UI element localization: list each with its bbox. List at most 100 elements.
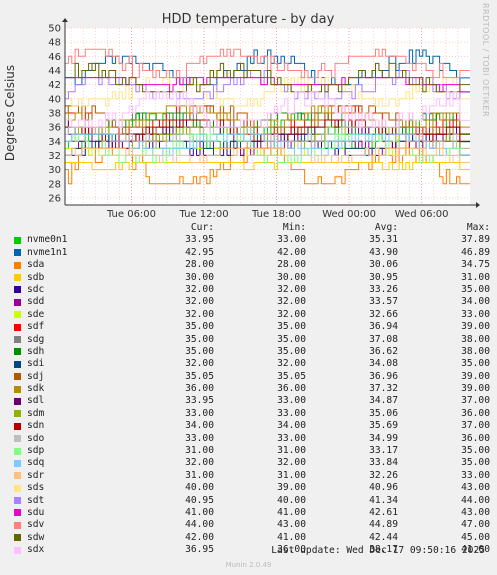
legend-swatch xyxy=(14,261,21,269)
legend-row-sdn: sdn 34.00 34.00 35.69 37.00 xyxy=(14,420,490,432)
legend-name: sde xyxy=(27,308,45,320)
legend-row-nvme0n1: nvme0n1 33.95 33.00 35.31 37.89 xyxy=(14,234,490,246)
y-tick-label: 30 xyxy=(48,165,61,176)
legend-swatch xyxy=(14,447,21,455)
legend-avg: 35.31 xyxy=(369,234,398,246)
legend-avg: 32.26 xyxy=(369,469,398,481)
legend-min: 32.00 xyxy=(277,283,306,295)
x-axis-arrow xyxy=(476,202,480,208)
legend-name: sdi xyxy=(27,358,45,370)
legend-avg: 30.95 xyxy=(369,271,398,283)
legend-avg: 34.99 xyxy=(369,432,398,444)
legend-header-name xyxy=(27,222,122,234)
legend-max: 43.00 xyxy=(461,506,490,518)
rrdtool-credit: RRDTOOL / TOBI OETIKER xyxy=(481,3,490,117)
legend-swatch xyxy=(14,497,21,505)
legend-cur: 33.00 xyxy=(185,407,214,419)
legend-row-sdo: sdo 33.00 33.00 34.99 36.00 xyxy=(14,433,490,445)
legend-max: 34.75 xyxy=(461,259,490,271)
legend-min: 36.00 xyxy=(277,383,306,395)
y-tick-labels: 26 28 30 32 34 36 38 40 42 44 46 48 50 xyxy=(48,24,61,205)
legend-avg: 34.08 xyxy=(369,358,398,370)
legend-avg: 36.96 xyxy=(369,370,398,382)
legend-cur: 36.00 xyxy=(185,383,214,395)
legend-cur: 44.00 xyxy=(185,519,214,531)
legend-swatch xyxy=(14,360,21,368)
legend-row-sde: sde 32.00 32.00 32.66 33.00 xyxy=(14,309,490,321)
legend-avg: 37.08 xyxy=(369,333,398,345)
legend-avg: 33.26 xyxy=(369,283,398,295)
legend-max: 33.00 xyxy=(461,469,490,481)
legend-row-sda: sda 28.00 28.00 30.06 34.75 xyxy=(14,259,490,271)
legend-name: sdb xyxy=(27,271,45,283)
legend-cur: 33.95 xyxy=(185,234,214,246)
legend-min: 41.00 xyxy=(277,506,306,518)
legend-cur: 35.05 xyxy=(185,370,214,382)
legend-avg: 43.90 xyxy=(369,246,398,258)
legend-header-avg: Avg: xyxy=(374,222,398,233)
legend-max: 31.00 xyxy=(461,271,490,283)
legend-row-sdp: sdp 31.00 31.00 33.17 35.00 xyxy=(14,445,490,457)
legend-avg: 33.17 xyxy=(369,445,398,457)
legend-cur: 42.00 xyxy=(185,531,214,543)
legend-cur: 32.00 xyxy=(185,308,214,320)
legend-avg: 42.61 xyxy=(369,506,398,518)
legend-avg: 35.69 xyxy=(369,420,398,432)
x-tick-label: Tue 18:00 xyxy=(251,209,301,220)
legend-avg: 32.66 xyxy=(369,308,398,320)
legend-swatch xyxy=(14,348,21,356)
legend-name: sdu xyxy=(27,506,45,518)
legend-name: sdm xyxy=(27,407,45,419)
chart-title: HDD temperature - by day xyxy=(162,12,335,27)
y-tick-label: 42 xyxy=(48,80,61,91)
legend-name: sdg xyxy=(27,333,45,345)
legend-swatch xyxy=(14,373,21,381)
legend-max: 37.89 xyxy=(461,234,490,246)
legend-max: 39.00 xyxy=(461,383,490,395)
legend-row-sdc: sdc 32.00 32.00 33.26 35.00 xyxy=(14,284,490,296)
legend-header-max: Max: xyxy=(466,222,490,233)
x-tick-label: Wed 06:00 xyxy=(395,209,449,220)
legend-name: sdv xyxy=(27,519,45,531)
legend-swatch xyxy=(14,459,21,467)
x-tick-label: Wed 00:00 xyxy=(322,209,376,220)
legend-row-sdt: sdt 40.95 40.00 41.34 44.00 xyxy=(14,495,490,507)
legend-min: 32.00 xyxy=(277,358,306,370)
x-tick-label: Tue 12:00 xyxy=(178,209,228,220)
legend-min: 32.00 xyxy=(277,308,306,320)
legend-max: 35.00 xyxy=(461,457,490,469)
y-tick-label: 40 xyxy=(48,94,61,105)
legend-row-nvme1n1: nvme1n1 42.95 42.00 43.90 46.89 xyxy=(14,247,490,259)
legend-min: 33.00 xyxy=(277,395,306,407)
legend-max: 35.00 xyxy=(461,358,490,370)
legend-cur: 32.00 xyxy=(185,296,214,308)
legend-swatch xyxy=(14,521,21,529)
legend-row-sdr: sdr 31.00 31.00 32.26 33.00 xyxy=(14,470,490,482)
y-axis-label: Degrees Celsius xyxy=(3,65,17,161)
legend-max: 45.00 xyxy=(461,531,490,543)
legend-min: 30.00 xyxy=(277,271,306,283)
legend-swatch xyxy=(14,546,21,554)
legend-row-sds: sds 40.00 39.00 40.96 43.00 xyxy=(14,482,490,494)
legend-cur: 40.00 xyxy=(185,482,214,494)
legend-header-min: Min: xyxy=(282,222,306,233)
legend-max: 37.00 xyxy=(461,395,490,407)
legend-cur: 42.95 xyxy=(185,246,214,258)
legend-cur: 35.00 xyxy=(185,321,214,333)
legend-avg: 41.34 xyxy=(369,494,398,506)
y-tick-label: 38 xyxy=(48,108,61,119)
legend-min: 42.00 xyxy=(277,246,306,258)
legend-min: 35.00 xyxy=(277,321,306,333)
legend-cur: 41.00 xyxy=(185,506,214,518)
y-axis-arrow xyxy=(62,18,68,22)
legend-name: sdj xyxy=(27,370,45,382)
legend-name: sdq xyxy=(27,457,45,469)
legend-name: nvme1n1 xyxy=(27,246,68,258)
legend-name: sdp xyxy=(27,445,45,457)
legend-swatch xyxy=(14,311,21,319)
legend-min: 40.00 xyxy=(277,494,306,506)
legend-min: 43.00 xyxy=(277,519,306,531)
legend-cur: 32.00 xyxy=(185,457,214,469)
legend-min: 34.00 xyxy=(277,420,306,432)
legend-header-row: Cur: Min: Avg: Max: xyxy=(14,222,490,234)
